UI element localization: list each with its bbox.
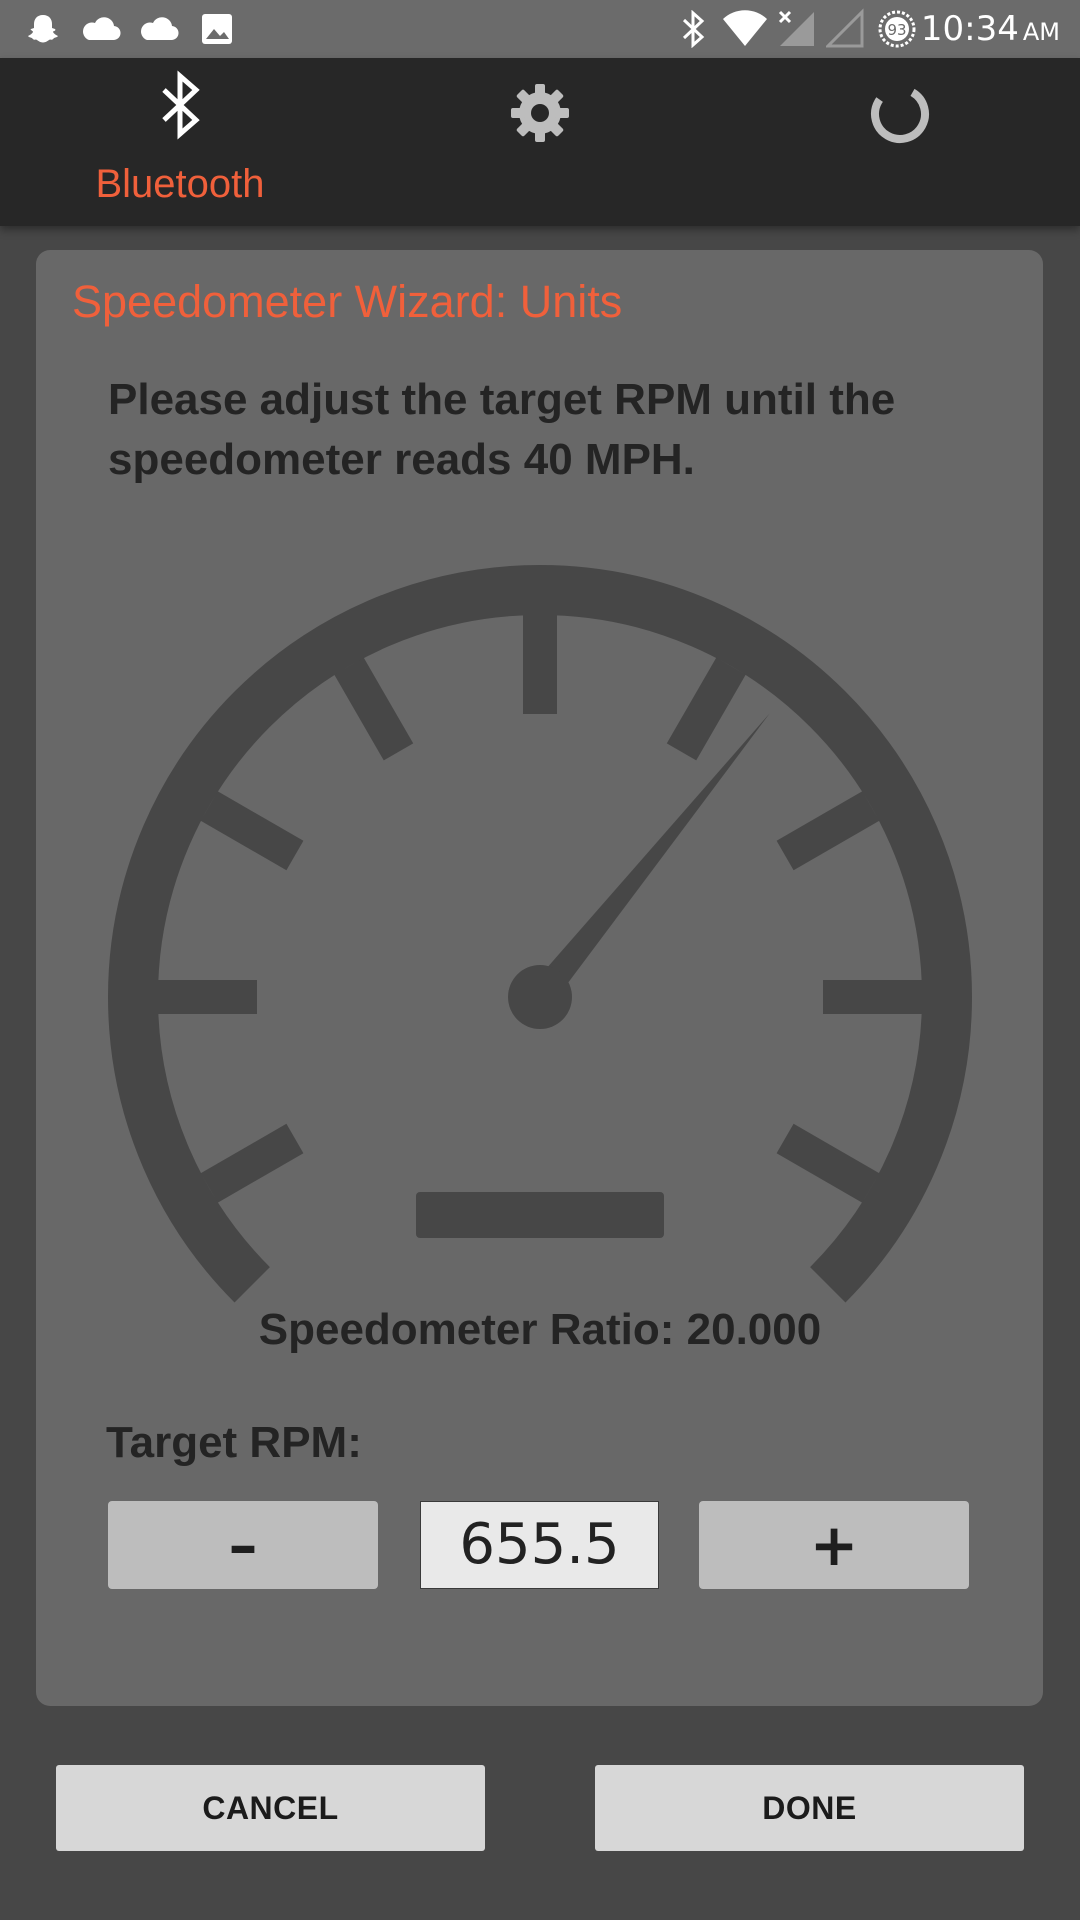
- gauge-tick: [334, 657, 414, 761]
- increase-rpm-button[interactable]: +: [699, 1501, 969, 1589]
- speedometer-ratio-label: Speedometer Ratio: 20.000: [258, 1305, 822, 1354]
- gauge-tick: [200, 791, 304, 871]
- gauge-tick: [776, 1123, 880, 1203]
- target-rpm-label: Target RPM:: [106, 1418, 362, 1467]
- cancel-button[interactable]: CANCEL: [56, 1765, 485, 1851]
- gauge-tick: [776, 791, 880, 871]
- gauge-display-bar: [416, 1192, 664, 1238]
- decrease-rpm-button[interactable]: –: [108, 1501, 378, 1589]
- gauge-needle: [529, 713, 770, 1006]
- gauge-tick: [666, 657, 746, 761]
- target-rpm-field[interactable]: 655.5: [420, 1501, 659, 1589]
- speedometer-gauge: [108, 565, 972, 1303]
- gauge-hub: [508, 965, 572, 1029]
- gauge-tick: [200, 1123, 304, 1203]
- done-button[interactable]: DONE: [595, 1765, 1024, 1851]
